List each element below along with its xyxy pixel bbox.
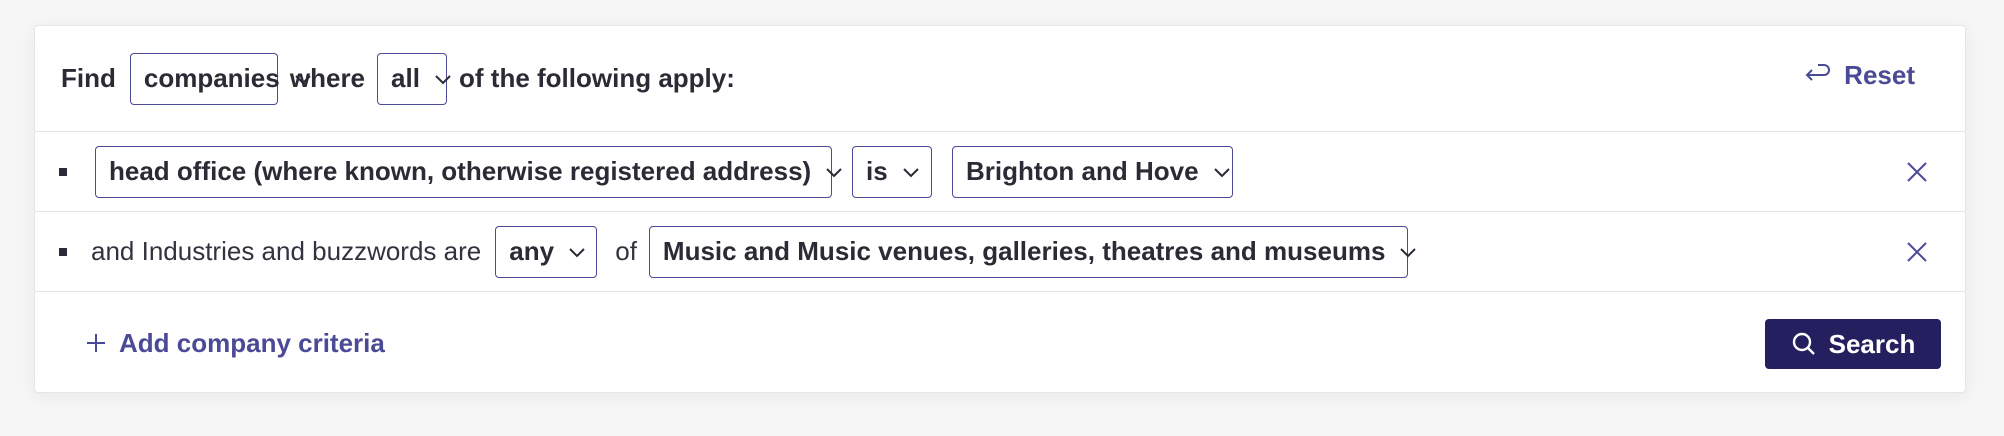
chevron-down-icon <box>902 166 920 178</box>
criteria-row: head office (where known, otherwise regi… <box>35 132 1965 212</box>
chevron-down-icon <box>434 73 452 85</box>
match-select[interactable]: all <box>377 52 451 105</box>
remove-criteria-button[interactable] <box>1903 238 1931 266</box>
close-icon <box>1907 241 1927 262</box>
criteria-prefix-text: and Industries and buzzwords are <box>91 236 482 266</box>
quantifier-select-value: any <box>509 236 555 266</box>
match-select-value: all <box>391 63 420 93</box>
find-label: Find <box>61 63 116 93</box>
close-icon <box>1907 161 1927 182</box>
where-label: where <box>289 63 366 93</box>
plus-icon <box>87 334 105 352</box>
return-arrow-icon <box>1805 63 1831 81</box>
following-apply-label: of the following apply: <box>459 63 735 93</box>
entity-select-value: companies <box>143 63 280 93</box>
footer-row: Add company criteria Search <box>35 292 1965 394</box>
remove-criteria-button[interactable] <box>1903 158 1931 186</box>
entity-select[interactable]: companies <box>129 52 311 105</box>
add-company-criteria-link[interactable]: Add company criteria <box>85 328 385 359</box>
search-criteria-card: Find companies where all of the followin… <box>34 25 1966 393</box>
criteria-bullet <box>59 247 67 256</box>
industry-value: Music and Music venues, galleries, theat… <box>662 236 1386 266</box>
chevron-down-icon <box>568 246 586 258</box>
location-value: Brighton and Hove <box>966 156 1199 186</box>
field-select-value: head office (where known, otherwise regi… <box>109 156 812 186</box>
reset-label: Reset <box>1844 60 1915 90</box>
chevron-down-icon <box>825 166 843 178</box>
operator-select[interactable]: is <box>852 145 932 198</box>
quantifier-select[interactable]: any <box>495 225 598 278</box>
field-select[interactable]: head office (where known, otherwise regi… <box>95 145 842 198</box>
add-criteria-label: Add company criteria <box>119 327 385 358</box>
criteria-bullet <box>59 167 67 176</box>
search-button[interactable]: Search <box>1765 319 1941 370</box>
search-icon <box>1792 332 1815 355</box>
of-label: of <box>615 236 637 266</box>
criteria-row: and Industries and buzzwords are any of … <box>35 212 1965 292</box>
reset-button[interactable]: Reset <box>1804 60 1915 91</box>
chevron-down-icon <box>1399 246 1417 258</box>
search-label: Search <box>1828 328 1916 359</box>
operator-select-value: is <box>866 156 888 186</box>
location-value-select[interactable]: Brighton and Hove <box>952 145 1233 198</box>
query-header-row: Find companies where all of the followin… <box>35 26 1965 132</box>
industry-value-select[interactable]: Music and Music venues, galleries, theat… <box>648 225 1417 278</box>
chevron-down-icon <box>1213 166 1231 178</box>
